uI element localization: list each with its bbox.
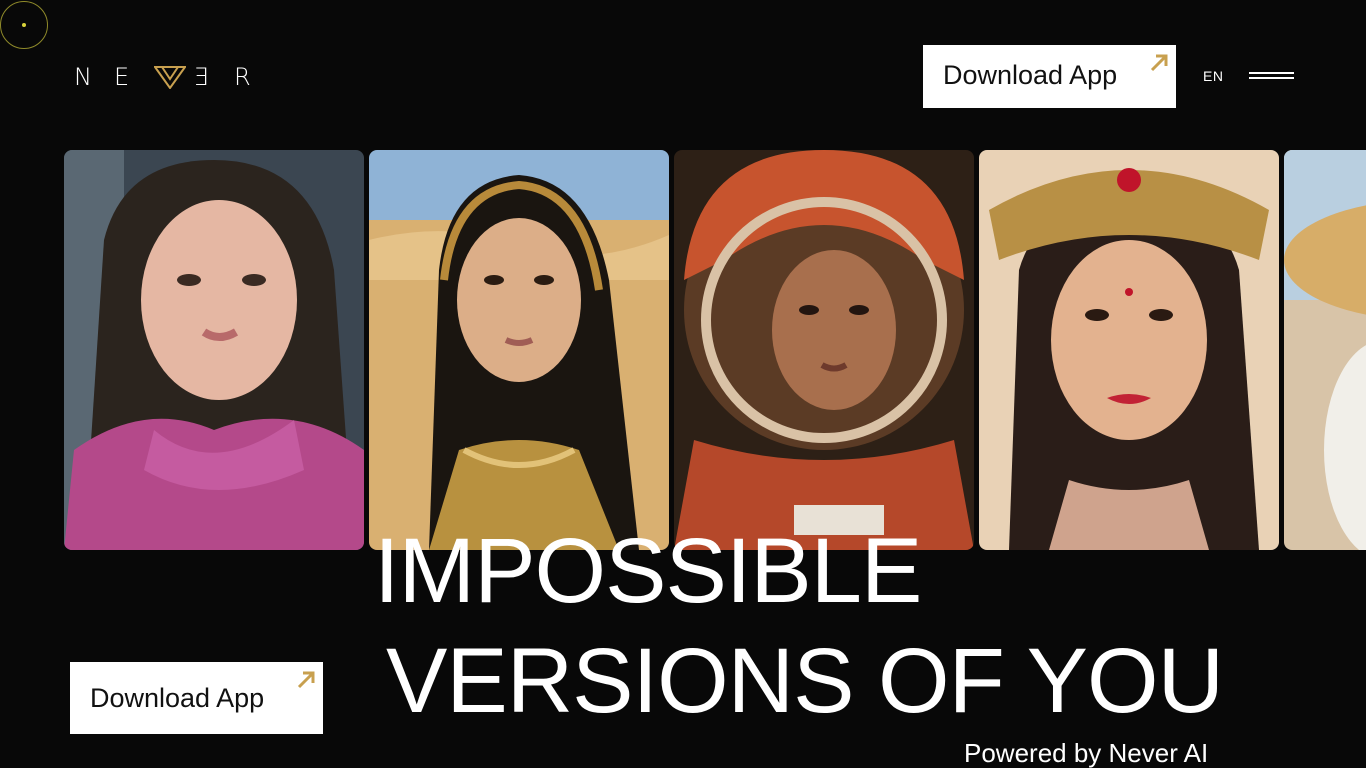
powered-by-text: Powered by Never AI — [964, 738, 1209, 768]
hero-download-label: Download App — [90, 683, 265, 713]
logo-letter-r: R — [234, 63, 251, 91]
logo-letter-n: N — [74, 63, 92, 91]
header-download-label: Download App — [943, 60, 1118, 90]
page: N E E R Download App EN IMPOSSIBLE VERSI… — [0, 0, 1366, 768]
brand-logo[interactable]: N E E R — [74, 60, 251, 94]
hamburger-menu-icon[interactable] — [1249, 71, 1294, 81]
logo-letter-e: E — [114, 63, 130, 91]
hero-headline-line-2: VERSIONS OF YOU — [386, 630, 1224, 732]
arrow-up-right-icon — [297, 671, 315, 689]
header-download-app-button[interactable]: Download App — [923, 45, 1176, 108]
hero-download-app-button[interactable]: Download App — [70, 662, 323, 734]
hero-headline: IMPOSSIBLE VERSIONS OF YOU — [374, 516, 1224, 736]
hero-headline-line-1: IMPOSSIBLE — [374, 520, 922, 622]
logo-v-emblem-icon — [154, 66, 186, 89]
gallery-card-original-selfie — [64, 150, 364, 550]
gallery-card-sunhat-portrait — [1284, 150, 1366, 550]
cursor-dot-icon — [22, 23, 26, 27]
logo-letter-reversed-e: E — [194, 63, 210, 91]
arrow-up-right-icon — [1150, 54, 1168, 72]
language-selector[interactable]: EN — [1203, 68, 1223, 84]
gallery-card-desert-portrait — [369, 150, 669, 550]
gallery-card-astronaut-portrait — [674, 150, 974, 550]
gallery-card-queen-portrait — [979, 150, 1279, 550]
